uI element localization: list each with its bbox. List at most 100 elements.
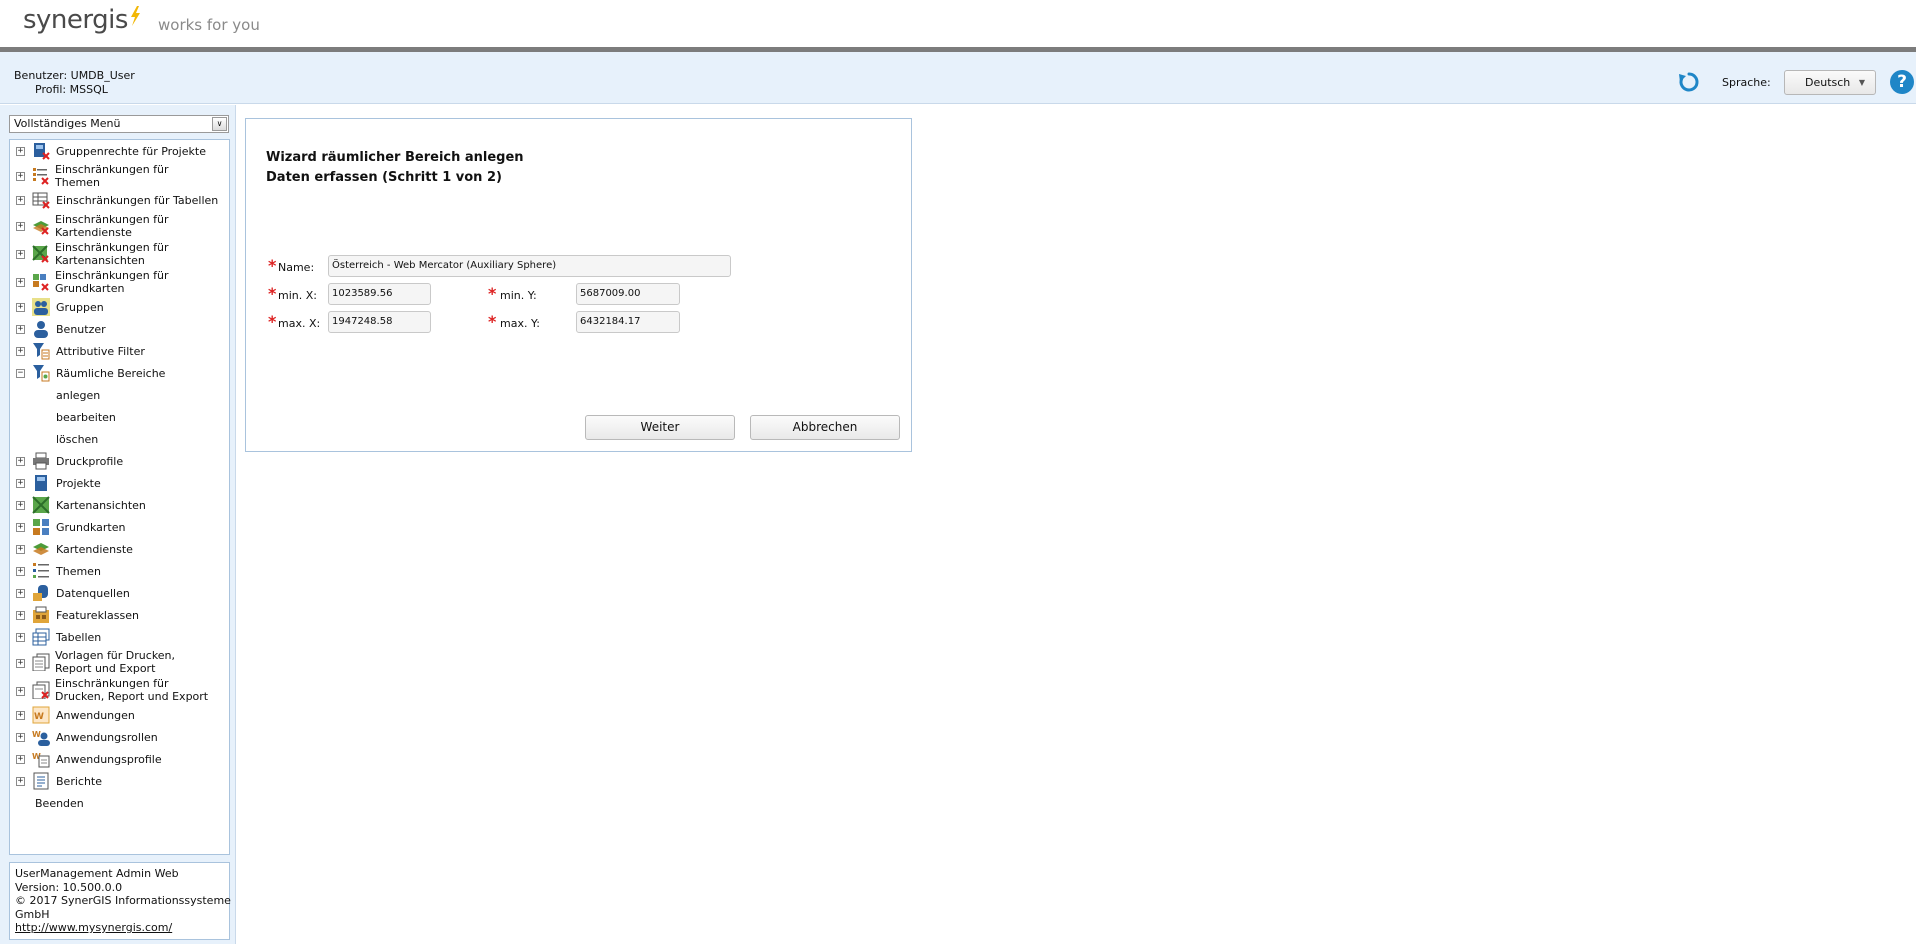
synergis-logo: synergis [23,5,128,35]
tree-item-anwendungsrollen[interactable]: + W Anwendungsrollen [10,726,229,748]
table-icon [32,628,50,646]
tree-item-attributive-filter[interactable]: + Attributive Filter [10,340,229,362]
tree-item-einschraenkungen-kartenansichten[interactable]: + Einschränkungen für Kartenansichten [10,240,229,268]
tree-item-kartendienste[interactable]: + Kartendienste [10,538,229,560]
app-copyright: © 2017 SynerGIS Informationssysteme [15,894,231,907]
printer-icon [33,452,49,470]
expand-icon[interactable]: + [16,479,25,488]
expand-icon[interactable]: + [16,278,25,287]
tree-item-einschraenkungen-tabellen[interactable]: + Einschränkungen für Tabellen [10,190,229,212]
expand-icon[interactable]: + [16,325,25,334]
help-icon[interactable]: ? [1890,70,1914,94]
expand-icon[interactable]: + [16,733,25,742]
tree-item-einschraenkungen-drucken[interactable]: + Einschränkungen für Drucken, Report un… [10,676,229,704]
expand-icon[interactable]: + [16,347,25,356]
expand-icon[interactable]: + [16,687,25,696]
expand-icon[interactable]: + [16,589,25,598]
expand-icon[interactable]: + [16,633,25,642]
tree-item-projekte[interactable]: + Projekte [10,472,229,494]
max-x-input[interactable]: 1947248.58 [328,311,431,333]
menu-select[interactable]: Vollständiges Menü ∨ [9,115,229,133]
required-icon: * [488,312,497,331]
tree-item-label: Räumliche Bereiche [56,367,166,380]
svg-text:W: W [34,712,44,722]
expand-icon[interactable]: + [16,303,25,312]
next-button[interactable]: Weiter [585,415,735,440]
expand-icon[interactable]: + [16,501,25,510]
collapse-icon[interactable]: − [16,369,25,378]
tree-item-label: Kartendienste [56,543,133,556]
tree-item-tabellen[interactable]: + Tabellen [10,626,229,648]
tree-item-einschraenkungen-themen[interactable]: + Einschränkungen für Themen [10,162,229,190]
tree-item-kartenansichten[interactable]: + Kartenansichten [10,494,229,516]
logo-flash-icon [131,6,140,26]
table-restrictions-icon [32,192,50,209]
exit-link[interactable]: Beenden [35,797,84,810]
expand-icon[interactable]: + [16,659,25,668]
tree-item-anwendungen[interactable]: + W Anwendungen [10,704,229,726]
name-input[interactable]: Österreich - Web Mercator (Auxiliary Sph… [328,255,731,277]
tree-item-label: Themen [56,565,101,578]
expand-icon[interactable]: + [16,611,25,620]
expand-icon[interactable]: + [16,250,25,259]
expand-icon[interactable]: + [16,172,25,181]
expand-icon[interactable]: + [16,147,25,156]
tree-item-label: Grundkarten [56,521,126,534]
tree-item-raeumliche-bereiche[interactable]: − Räumliche Bereiche [10,362,229,384]
project-icon [35,475,47,491]
expand-icon[interactable]: + [16,755,25,764]
expand-icon[interactable]: + [16,457,25,466]
user-icon [34,321,48,338]
sidebar: Vollständiges Menü ∨ + Gruppenrechte für… [0,105,236,944]
tree-item-label: Gruppenrechte für Projekte [56,145,206,158]
tree-item-gruppenrechte-projekte[interactable]: + Gruppenrechte für Projekte [10,140,229,162]
application-icon: W [32,706,50,724]
min-y-label: min. Y: [500,289,537,302]
language-select[interactable]: Deutsch ▼ [1784,70,1876,95]
theme-icon [33,563,49,578]
min-y-input[interactable]: 5687009.00 [576,283,680,305]
tree-item-gruppen[interactable]: + Gruppen [10,296,229,318]
expand-icon[interactable]: + [16,222,25,231]
tree-item-grundkarten[interactable]: + Grundkarten [10,516,229,538]
tree-item-anwendungsprofile[interactable]: + W Anwendungsprofile [10,748,229,770]
expand-icon[interactable]: + [16,196,25,205]
tree-child-anlegen[interactable]: anlegen [56,389,100,402]
expand-icon[interactable]: + [16,567,25,576]
expand-icon[interactable]: + [16,523,25,532]
tree-item-featureklassen[interactable]: + Featureklassen [10,604,229,626]
cancel-button[interactable]: Abbrechen [750,415,900,440]
refresh-icon[interactable] [1677,70,1701,94]
expand-icon[interactable]: + [16,545,25,554]
max-x-label: max. X: [278,317,321,330]
expand-icon[interactable]: + [16,711,25,720]
tree-item-einschraenkungen-kartendienste[interactable]: + Einschränkungen für Kartendienste [10,212,229,240]
tree-child-loeschen[interactable]: löschen [56,433,98,446]
report-icon [33,772,49,790]
website-link[interactable]: http://www.mysynergis.com/ [15,921,172,934]
tree-item-druckprofile[interactable]: + Druckprofile [10,450,229,472]
tree-item-label: Anwendungen [56,709,135,722]
tree-item-berichte[interactable]: + Berichte [10,770,229,792]
tree-child-bearbeiten[interactable]: bearbeiten [56,411,116,424]
tree-item-vorlagen[interactable]: + Vorlagen für Drucken, Report und Expor… [10,648,229,676]
min-x-input[interactable]: 1023589.56 [328,283,431,305]
tree-item-label: Einschränkungen für Grundkarten [55,269,169,295]
basemap-icon [33,519,49,535]
wizard-panel: Wizard räumlicher Bereich anlegen Daten … [245,118,912,452]
tree-item-benutzer[interactable]: + Benutzer [10,318,229,340]
tree-item-label: Projekte [56,477,101,490]
max-y-input[interactable]: 6432184.17 [576,311,680,333]
tree-item-themen[interactable]: + Themen [10,560,229,582]
tree-item-label: Druckprofile [56,455,124,468]
groups-icon [32,298,50,316]
spatial-filter-icon [33,365,50,382]
language-value: Deutsch [1805,76,1851,89]
tree-item-label: Attributive Filter [56,345,145,358]
tree-item-einschraenkungen-grundkarten[interactable]: + Einschränkungen für Grundkarten [10,268,229,296]
expand-icon[interactable]: + [16,777,25,786]
app-name: UserManagement Admin Web [15,867,179,880]
tree-item-datenquellen[interactable]: + Datenquellen [10,582,229,604]
mapservice-icon [33,543,49,555]
chevron-down-icon[interactable]: ∨ [212,117,227,131]
